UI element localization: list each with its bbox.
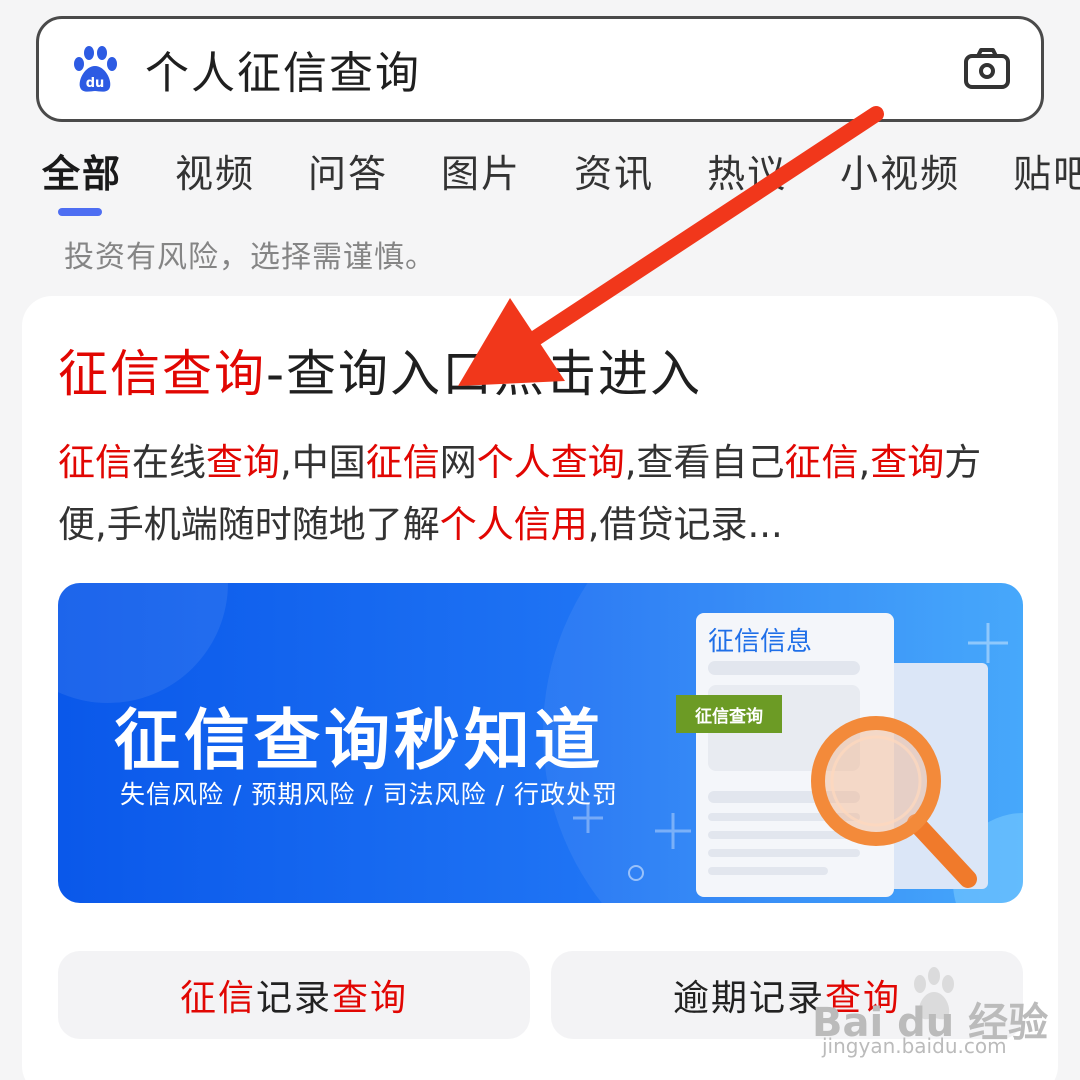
desc-text: 在线: [132, 441, 206, 484]
desc-text: ,查看自己: [624, 441, 785, 484]
result-title-rest: -查询入口点击进入: [266, 345, 703, 403]
desc-keyword: 个人信用: [439, 503, 588, 546]
result-banner-image[interactable]: 征信查询秒知道 失信风险 / 预期风险 / 司法风险 / 行政处罚 征信信息 征…: [58, 583, 1023, 903]
tab-discussion[interactable]: 热议: [707, 143, 787, 198]
result-title-link[interactable]: 征信查询-查询入口点击进入: [58, 334, 702, 406]
button-label-keyword: 征信: [179, 978, 256, 1019]
desc-keyword: 征信: [365, 441, 440, 484]
button-label-text: 逾期记录: [672, 978, 825, 1019]
search-input[interactable]: 个人征信查询: [145, 37, 961, 101]
tab-video[interactable]: 视频: [175, 143, 255, 198]
button-label-text: 记录: [255, 978, 332, 1019]
active-tab-indicator: [58, 208, 102, 216]
desc-keyword: 查询: [206, 441, 280, 484]
desc-keyword: 个人查询: [476, 441, 625, 484]
search-bar[interactable]: du 个人征信查询: [36, 16, 1044, 122]
tab-news[interactable]: 资讯: [574, 143, 654, 198]
credit-record-query-button[interactable]: 征信 记录 查询: [58, 951, 530, 1039]
result-description: 征信在线查询,中国征信网个人查询,查看自己征信,查询方便,手机端随时随地了解个人…: [58, 432, 1018, 556]
risk-notice: 投资有风险，选择需谨慎。: [64, 240, 436, 275]
result-title-highlight: 征信查询: [58, 345, 266, 403]
desc-keyword: 征信: [784, 441, 859, 484]
camera-icon[interactable]: [961, 43, 1013, 95]
search-tabs: 全部 视频 问答 图片 资讯 热议 小视频 贴吧: [42, 140, 1080, 200]
desc-text: ,中国: [280, 441, 366, 484]
desc-text: ,借贷记录...: [587, 503, 783, 546]
desc-keyword: 查询: [870, 441, 945, 484]
magnifier-icon: [811, 716, 977, 888]
tab-tieba[interactable]: 贴吧: [1013, 143, 1080, 198]
tab-all[interactable]: 全部: [42, 143, 122, 198]
desc-text: 网: [439, 441, 477, 484]
desc-text: ,: [858, 441, 871, 484]
tab-qa[interactable]: 问答: [308, 143, 388, 198]
desc-keyword: 征信: [58, 441, 132, 484]
tab-short-video[interactable]: 小视频: [840, 143, 960, 198]
watermark-url: jingyan.baidu.com: [822, 1034, 1007, 1058]
tab-images[interactable]: 图片: [441, 143, 521, 198]
baidu-paw-icon: du: [74, 46, 117, 92]
logo-text: du: [86, 76, 105, 91]
button-label-keyword: 查询: [332, 978, 409, 1019]
